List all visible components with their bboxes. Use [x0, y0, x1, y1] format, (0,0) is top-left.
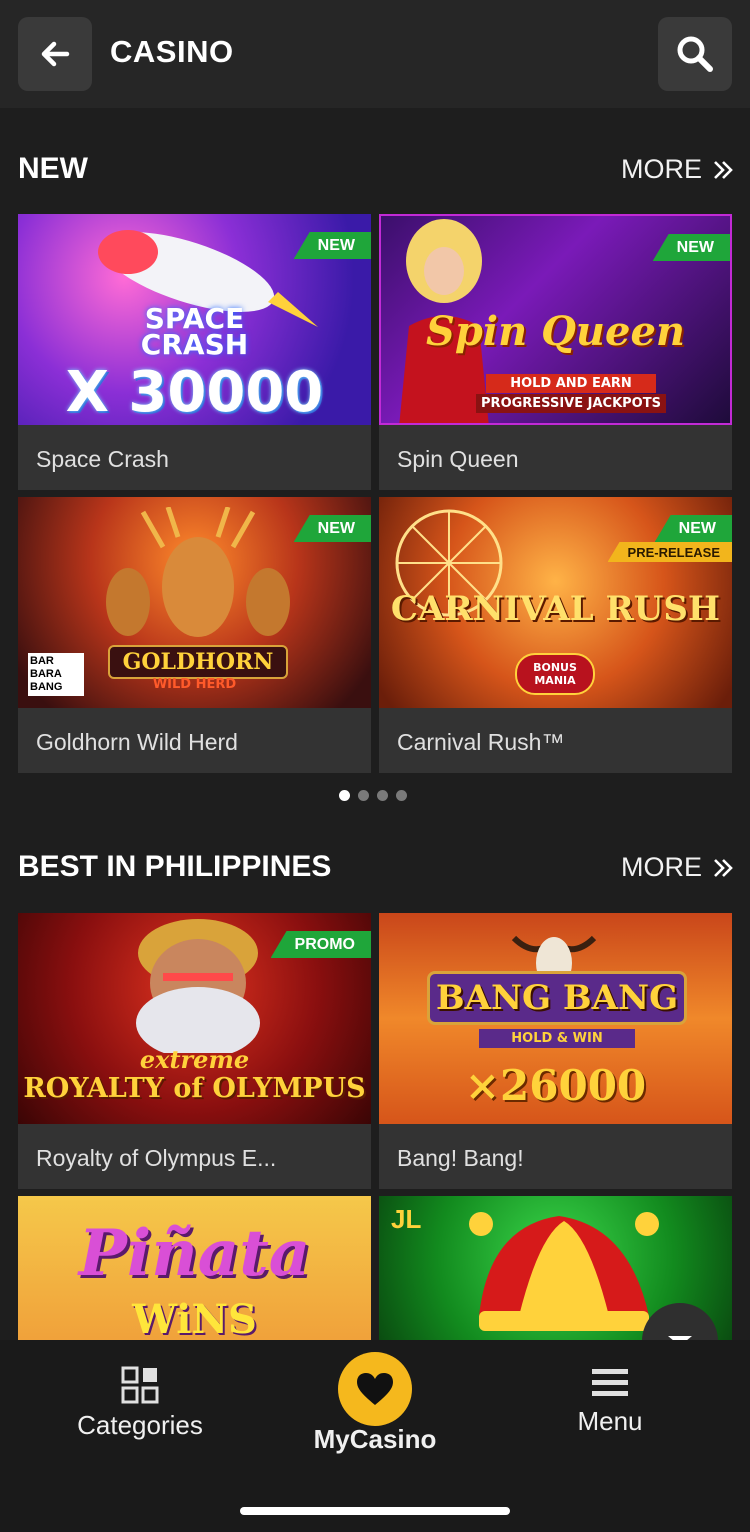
- game-card-spin-queen[interactable]: Spin Queen HOLD AND EARN PROGRESSIVE JAC…: [379, 214, 732, 490]
- game-thumbnail: extreme ROYALTY of OLYMPUS PROMO: [18, 913, 371, 1124]
- game-thumbnail: BANG BANG HOLD & WIN ×26000: [379, 913, 732, 1124]
- provider-logo: BAR BARA BANG: [28, 653, 84, 696]
- zeus-face-icon: [136, 919, 260, 1053]
- page-title: CASINO: [110, 34, 234, 69]
- art-title-line: Spin Queen: [426, 308, 685, 355]
- art-title-line: CRASH: [140, 328, 249, 361]
- page-dot[interactable]: [339, 790, 350, 801]
- search-icon: [677, 36, 713, 72]
- art-title-line: GOLDHORN: [108, 645, 288, 679]
- art-title-line: extreme: [139, 1045, 250, 1074]
- page-dot[interactable]: [396, 790, 407, 801]
- hamburger-icon: [592, 1369, 628, 1396]
- nav-label: MyCasino: [313, 1424, 437, 1454]
- section-title-best: BEST IN PHILIPPINES: [18, 850, 332, 883]
- page-dot[interactable]: [377, 790, 388, 801]
- game-card-space-crash[interactable]: SPACE CRASH X 30000 NEW Space Crash: [18, 214, 371, 490]
- game-name: Carnival Rush™: [397, 729, 565, 755]
- art-multiplier: X 30000: [65, 360, 324, 425]
- jester-hat-icon: [469, 1212, 659, 1331]
- game-card-bang-bang[interactable]: BANG BANG HOLD & WIN ×26000 Bang! Bang!: [379, 913, 732, 1189]
- nav-label: Categories: [77, 1410, 203, 1440]
- nav-label: Menu: [577, 1406, 643, 1436]
- art-subtitle: BONUS MANIA: [515, 653, 595, 695]
- section-title-new: NEW: [18, 152, 88, 185]
- art-title-line: BANG BANG: [427, 971, 687, 1025]
- home-indicator[interactable]: [240, 1507, 510, 1515]
- game-card-pinata[interactable]: Piñata WiNS: [18, 1196, 371, 1346]
- deer-herd-icon: [106, 507, 290, 637]
- double-chevron-right-icon: [714, 160, 733, 179]
- game-name: Goldhorn Wild Herd: [36, 729, 238, 755]
- game-thumbnail: GOLDHORN WILD HERD BAR BARA BANG NEW: [18, 497, 371, 708]
- game-name: Bang! Bang!: [397, 1145, 524, 1171]
- game-name: Space Crash: [36, 446, 169, 472]
- art-subtitle: PROGRESSIVE JACKPOTS: [476, 394, 666, 413]
- more-link-new[interactable]: MORE: [621, 154, 734, 185]
- promo-badge: PROMO: [270, 931, 371, 958]
- nav-mycasino-button[interactable]: [338, 1352, 412, 1426]
- art-multiplier: ×26000: [464, 1061, 647, 1110]
- double-chevron-right-icon: [714, 858, 733, 877]
- nav-mycasino[interactable]: MyCasino: [300, 1424, 450, 1455]
- art-subtitle: HOLD & WIN: [479, 1029, 635, 1048]
- pre-release-badge: PRE-RELEASE: [607, 542, 732, 562]
- pagination-dots: [339, 790, 407, 801]
- more-label: MORE: [621, 852, 702, 882]
- heart-icon: [357, 1373, 393, 1405]
- game-card-goldhorn[interactable]: GOLDHORN WILD HERD BAR BARA BANG NEW Gol…: [18, 497, 371, 773]
- game-thumbnail: Spin Queen HOLD AND EARN PROGRESSIVE JAC…: [379, 214, 732, 425]
- art-subtitle: HOLD AND EARN: [486, 374, 656, 393]
- page-dot[interactable]: [358, 790, 369, 801]
- nav-categories[interactable]: Categories: [70, 1366, 210, 1441]
- new-badge: NEW: [654, 515, 732, 542]
- game-card-carnival-rush[interactable]: CARNIVAL RUSH BONUS MANIA NEW PRE-RELEAS…: [379, 497, 732, 773]
- game-thumbnail: SPACE CRASH X 30000 NEW: [18, 214, 371, 425]
- art-title-line: CARNIVAL RUSH: [390, 589, 721, 629]
- new-badge: NEW: [652, 234, 730, 261]
- arrow-left-icon: [41, 41, 70, 67]
- search-button[interactable]: [658, 17, 732, 91]
- art-title-line: ROYALTY of OLYMPUS: [23, 1073, 366, 1104]
- nav-menu[interactable]: Menu: [560, 1366, 660, 1437]
- more-link-best[interactable]: MORE: [621, 852, 734, 883]
- top-bar: CASINO: [0, 0, 750, 108]
- back-button[interactable]: [18, 17, 92, 91]
- game-thumbnail: Piñata WiNS: [18, 1196, 371, 1346]
- art-title-line: Piñata: [78, 1216, 311, 1291]
- provider-logo: JL: [391, 1204, 422, 1234]
- game-name: Royalty of Olympus E...: [36, 1145, 277, 1171]
- game-name: Spin Queen: [397, 446, 519, 472]
- art-title-line: WiNS: [132, 1296, 257, 1343]
- game-card-royalty-olympus[interactable]: extreme ROYALTY of OLYMPUS PROMO Royalty…: [18, 913, 371, 1189]
- more-label: MORE: [621, 154, 702, 184]
- grid-icon: [121, 1366, 159, 1404]
- game-thumbnail: CARNIVAL RUSH BONUS MANIA NEW PRE-RELEAS…: [379, 497, 732, 708]
